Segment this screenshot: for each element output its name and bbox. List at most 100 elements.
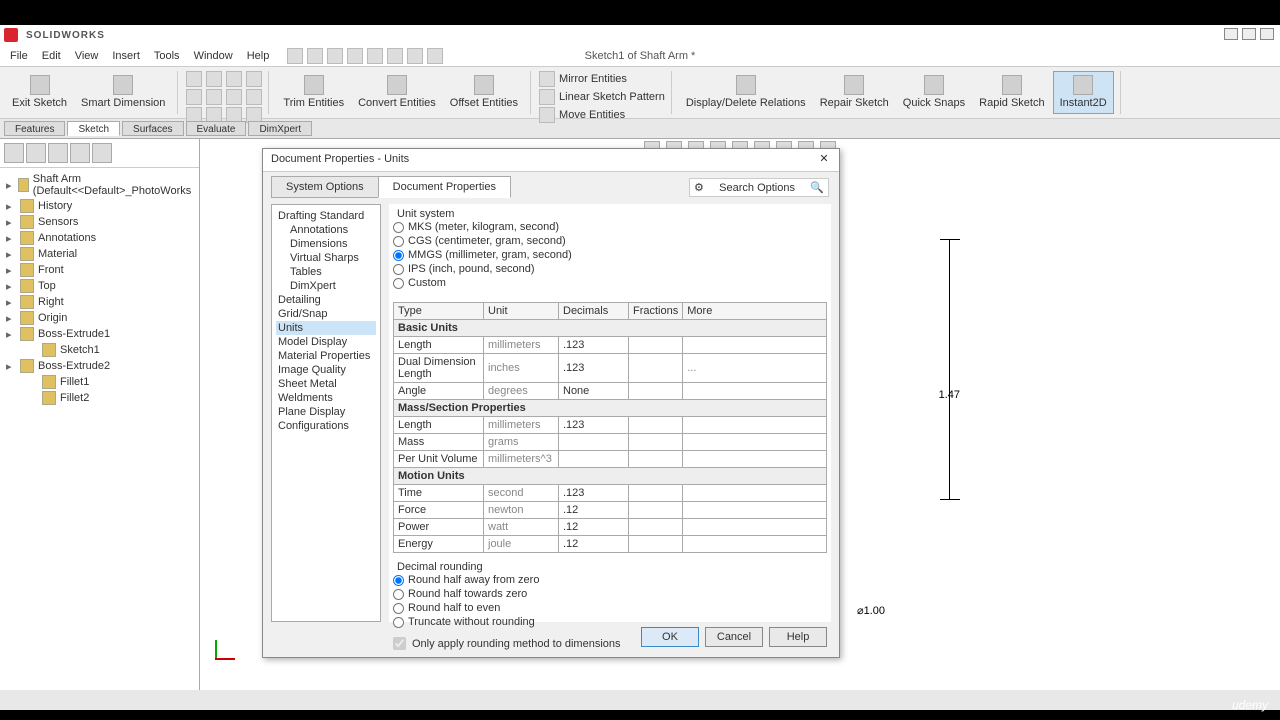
tree-root[interactable]: ▸Shaft Arm (Default<<Default>_PhotoWorks xyxy=(4,172,195,198)
unit-system-option[interactable]: CGS (centimeter, gram, second) xyxy=(393,234,827,248)
move-entities-button[interactable]: Move Entities xyxy=(539,107,665,123)
open-icon[interactable] xyxy=(307,48,323,64)
tree-item[interactable]: ▸Boss-Extrude2 xyxy=(4,358,195,374)
unit-row[interactable]: Lengthmillimeters.123 xyxy=(394,417,827,434)
unit-system-option[interactable]: MMGS (millimeter, gram, second) xyxy=(393,248,827,262)
print-icon[interactable] xyxy=(347,48,363,64)
rebuild-icon[interactable] xyxy=(407,48,423,64)
propertymanager-icon[interactable] xyxy=(26,143,46,163)
rect-icon[interactable] xyxy=(186,89,202,105)
nav-item[interactable]: Sheet Metal xyxy=(276,377,376,391)
ok-button[interactable]: OK xyxy=(641,627,699,647)
menu-file[interactable]: File xyxy=(4,48,34,64)
instant2d-button[interactable]: Instant2D xyxy=(1053,71,1114,114)
nav-item[interactable]: Drafting Standard xyxy=(276,209,376,223)
nav-item[interactable]: Units xyxy=(276,321,376,335)
quick-snaps-button[interactable]: Quick Snaps xyxy=(897,71,971,114)
linear-pattern-button[interactable]: Linear Sketch Pattern xyxy=(539,89,665,105)
dialog-titlebar[interactable]: Document Properties - Units ✕ xyxy=(263,149,839,172)
nav-item[interactable]: Image Quality xyxy=(276,363,376,377)
options-search[interactable]: ⚙ Search Options 🔍 xyxy=(689,178,829,197)
line-icon[interactable] xyxy=(186,71,202,87)
tree-item[interactable]: ▸Material xyxy=(4,246,195,262)
unit-row[interactable]: Energyjoule.12 xyxy=(394,536,827,553)
close-icon[interactable] xyxy=(1260,28,1274,40)
new-icon[interactable] xyxy=(287,48,303,64)
dimension-value[interactable]: 1.47 xyxy=(939,389,960,401)
nav-item[interactable]: Dimensions xyxy=(276,237,376,251)
rounding-option[interactable]: Round half towards zero xyxy=(393,587,827,601)
tab-evaluate[interactable]: Evaluate xyxy=(186,121,247,136)
nav-item[interactable]: DimXpert xyxy=(276,279,376,293)
tab-dimxpert[interactable]: DimXpert xyxy=(248,121,312,136)
save-icon[interactable] xyxy=(327,48,343,64)
slot-icon[interactable] xyxy=(206,89,222,105)
mirror-entities-button[interactable]: Mirror Entities xyxy=(539,71,665,87)
tree-item[interactable]: Fillet2 xyxy=(4,390,195,406)
tree-item[interactable]: ▸History xyxy=(4,198,195,214)
menu-edit[interactable]: Edit xyxy=(36,48,67,64)
configmanager-icon[interactable] xyxy=(48,143,68,163)
display-relations-button[interactable]: Display/Delete Relations xyxy=(680,71,812,114)
offset-entities-button[interactable]: Offset Entities xyxy=(444,71,524,114)
unit-row[interactable]: AngledegreesNone xyxy=(394,383,827,400)
unit-row[interactable]: Timesecond.123 xyxy=(394,485,827,502)
dimension-value-diameter[interactable]: ⌀1.00 xyxy=(857,604,885,617)
featuretree-icon[interactable] xyxy=(4,143,24,163)
unit-system-option[interactable]: Custom xyxy=(393,276,827,290)
unit-row[interactable]: Forcenewton.12 xyxy=(394,502,827,519)
maximize-icon[interactable] xyxy=(1242,28,1256,40)
menu-view[interactable]: View xyxy=(69,48,105,64)
unit-system-option[interactable]: MKS (meter, kilogram, second) xyxy=(393,220,827,234)
unit-row[interactable]: Dual Dimension Lengthinches.123... xyxy=(394,354,827,383)
dimxpertmanager-icon[interactable] xyxy=(70,143,90,163)
unit-row[interactable]: Massgrams xyxy=(394,434,827,451)
nav-item[interactable]: Weldments xyxy=(276,391,376,405)
repair-sketch-button[interactable]: Repair Sketch xyxy=(814,71,895,114)
tree-item[interactable]: ▸Front xyxy=(4,262,195,278)
nav-item[interactable]: Configurations xyxy=(276,419,376,433)
rapid-sketch-button[interactable]: Rapid Sketch xyxy=(973,71,1050,114)
tab-document-properties[interactable]: Document Properties xyxy=(378,176,511,198)
rounding-option[interactable]: Round half to even xyxy=(393,601,827,615)
select-icon[interactable] xyxy=(387,48,403,64)
menu-help[interactable]: Help xyxy=(241,48,276,64)
rounding-option[interactable]: Round half away from zero xyxy=(393,573,827,587)
circle-icon[interactable] xyxy=(206,71,222,87)
nav-item[interactable]: Detailing xyxy=(276,293,376,307)
menu-tools[interactable]: Tools xyxy=(148,48,186,64)
nav-item[interactable]: Model Display xyxy=(276,335,376,349)
nav-item[interactable]: Grid/Snap xyxy=(276,307,376,321)
menu-insert[interactable]: Insert xyxy=(106,48,146,64)
tree-item[interactable]: ▸Sensors xyxy=(4,214,195,230)
point-icon[interactable] xyxy=(246,89,262,105)
options-icon[interactable] xyxy=(427,48,443,64)
tab-system-options[interactable]: System Options xyxy=(271,176,379,198)
tab-surfaces[interactable]: Surfaces xyxy=(122,121,183,136)
unit-row[interactable]: Per Unit Volumemillimeters^3 xyxy=(394,451,827,468)
tree-item[interactable]: ▸Origin xyxy=(4,310,195,326)
convert-entities-button[interactable]: Convert Entities xyxy=(352,71,442,114)
tree-item[interactable]: ▸Top xyxy=(4,278,195,294)
nav-item[interactable]: Annotations xyxy=(276,223,376,237)
spline-icon[interactable] xyxy=(226,71,242,87)
nav-item[interactable]: Virtual Sharps xyxy=(276,251,376,265)
undo-icon[interactable] xyxy=(367,48,383,64)
arc-icon[interactable] xyxy=(246,71,262,87)
nav-item[interactable]: Tables xyxy=(276,265,376,279)
nav-item[interactable]: Material Properties xyxy=(276,349,376,363)
smart-dimension-button[interactable]: Smart Dimension xyxy=(75,71,171,114)
options-nav-tree[interactable]: Drafting StandardAnnotationsDimensionsVi… xyxy=(271,204,381,622)
cancel-button[interactable]: Cancel xyxy=(705,627,763,647)
exit-sketch-button[interactable]: Exit Sketch xyxy=(6,71,73,114)
menu-window[interactable]: Window xyxy=(188,48,239,64)
tree-item[interactable]: Fillet1 xyxy=(4,374,195,390)
orientation-triad[interactable] xyxy=(205,630,235,660)
help-button[interactable]: Help xyxy=(769,627,827,647)
tree-item[interactable]: ▸Annotations xyxy=(4,230,195,246)
tree-item[interactable]: ▸Boss-Extrude1 xyxy=(4,326,195,342)
ellipse-icon[interactable] xyxy=(226,89,242,105)
trim-entities-button[interactable]: Trim Entities xyxy=(277,71,350,114)
unit-row[interactable]: Powerwatt.12 xyxy=(394,519,827,536)
dialog-close-icon[interactable]: ✕ xyxy=(817,153,831,167)
